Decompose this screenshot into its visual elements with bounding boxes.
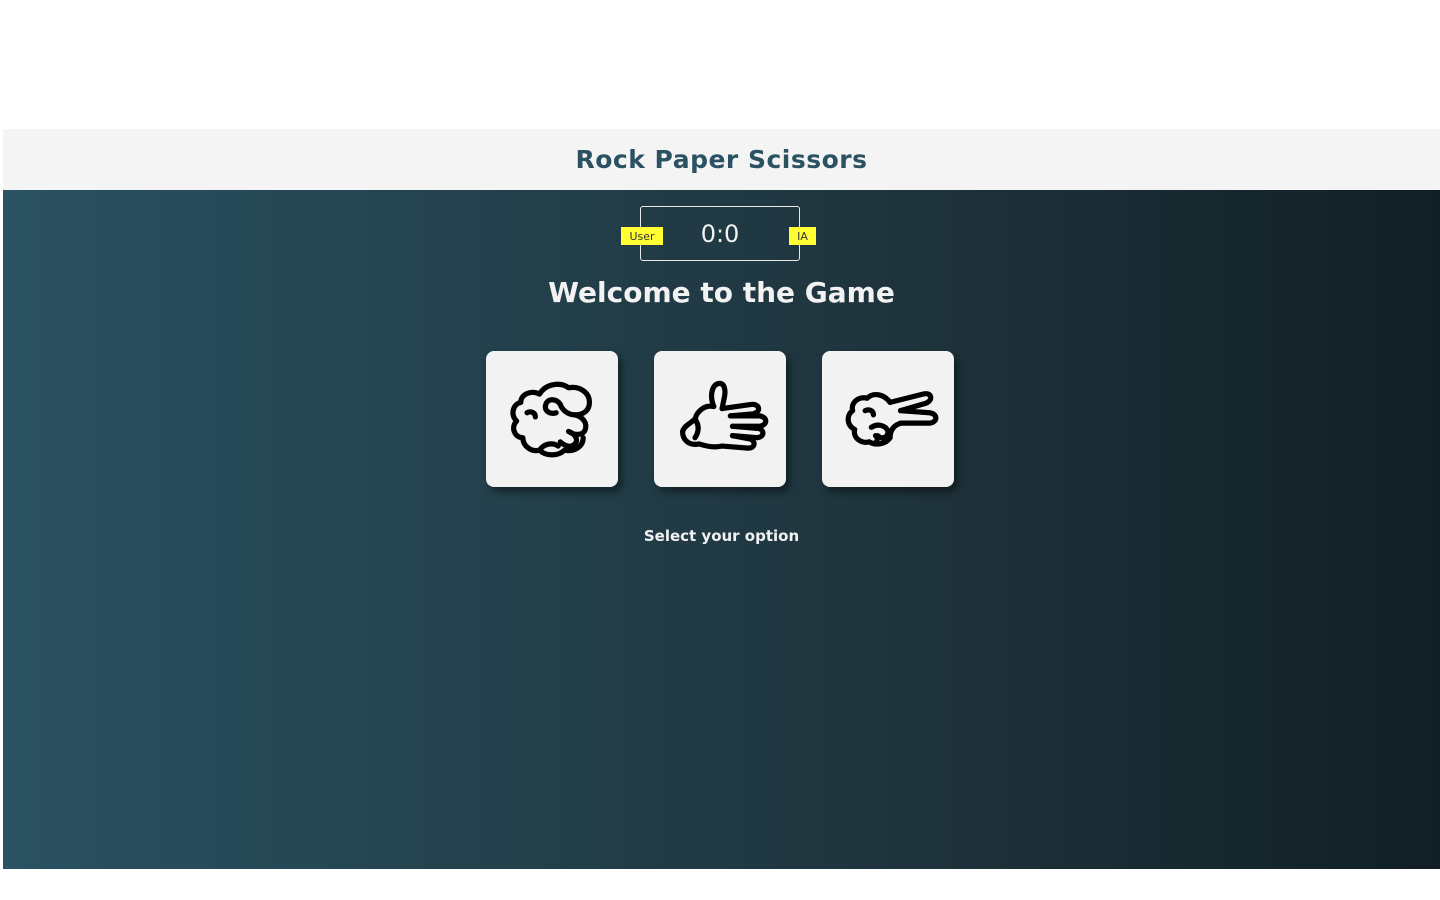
scissors-hand-icon bbox=[845, 391, 939, 447]
paper-button[interactable] bbox=[654, 351, 786, 487]
rock-hand-icon bbox=[510, 381, 593, 458]
app-header: Rock Paper Scissors bbox=[3, 129, 1440, 190]
scoreboard: User 0:0 IA bbox=[621, 206, 816, 261]
welcome-heading: Welcome to the Game bbox=[548, 276, 895, 309]
score-display: 0:0 bbox=[700, 219, 740, 248]
game-area: User 0:0 IA Welcome to the Game Select y… bbox=[3, 190, 1440, 869]
ai-badge: IA bbox=[789, 227, 816, 245]
page-title: Rock Paper Scissors bbox=[575, 145, 868, 174]
rock-button[interactable] bbox=[486, 351, 618, 487]
scissors-button[interactable] bbox=[822, 351, 954, 487]
choice-list bbox=[486, 351, 954, 487]
select-option-hint: Select your option bbox=[643, 527, 800, 545]
user-badge: User bbox=[621, 227, 663, 245]
paper-hand-icon bbox=[679, 380, 769, 451]
